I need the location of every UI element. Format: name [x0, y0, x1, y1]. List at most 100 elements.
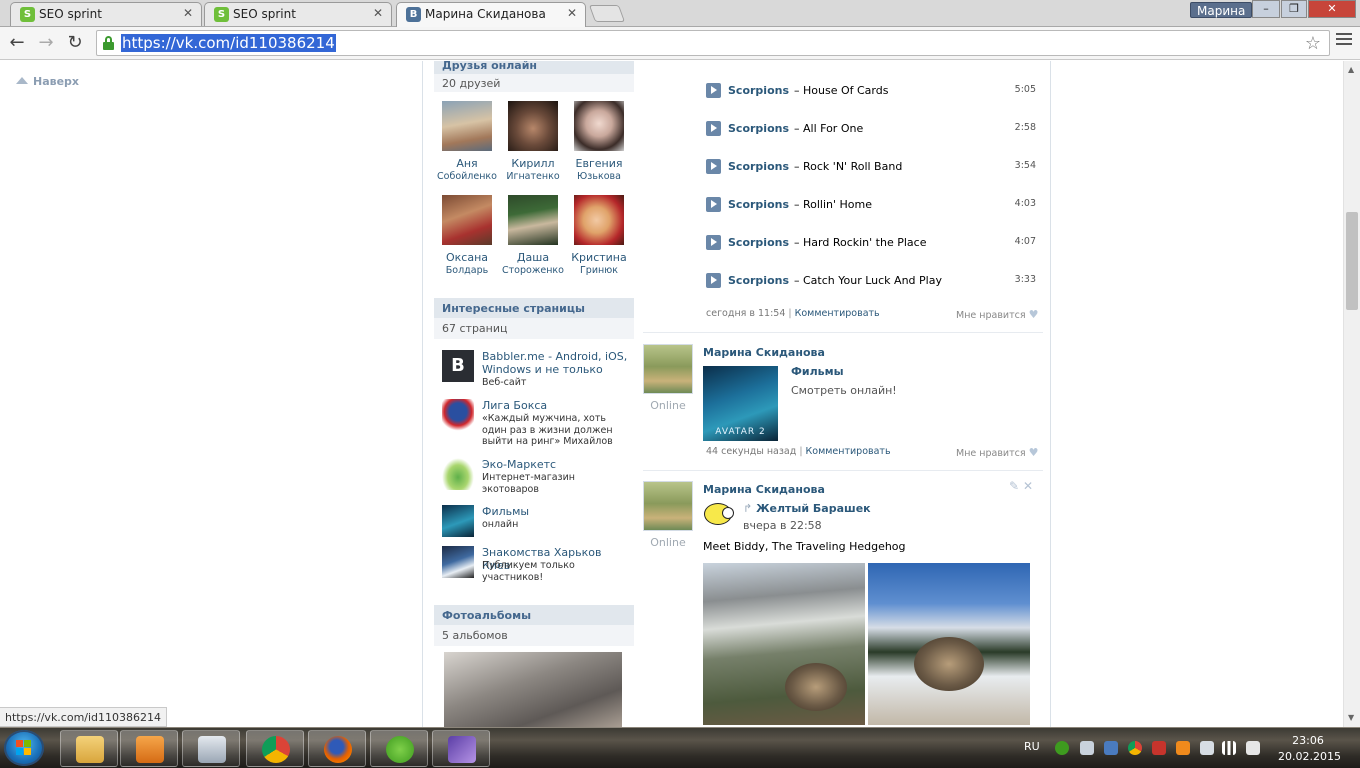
album-cover[interactable] [444, 652, 622, 727]
post-time[interactable]: 44 секунды назад [706, 446, 796, 457]
audio-track[interactable]: Scorpions – Hard Rockin' the Place 4:07 [706, 235, 1036, 251]
friend-first-name[interactable]: Аня [434, 157, 500, 171]
notification-icon[interactable] [1080, 741, 1094, 755]
close-window-button[interactable]: ✕ [1308, 0, 1356, 18]
play-icon[interactable] [706, 159, 721, 174]
utorrent-taskbar-button[interactable] [370, 730, 428, 767]
like-button[interactable]: Мне нравится ♥ [956, 308, 1039, 321]
security-icon[interactable] [1152, 741, 1166, 755]
reload-icon[interactable]: ↻ [64, 32, 86, 54]
friend-item[interactable]: Аня Собойленко [434, 101, 500, 183]
friends-online-heading[interactable]: Друзья онлайн [434, 61, 634, 74]
friend-photo[interactable] [508, 195, 558, 245]
play-icon[interactable] [706, 121, 721, 136]
system-clock[interactable]: 23:06 20.02.2015 [1278, 733, 1341, 765]
close-icon[interactable]: ✕ [373, 6, 383, 20]
menu-icon[interactable] [1336, 33, 1352, 48]
volume-icon[interactable] [1246, 741, 1260, 755]
post-author[interactable]: Марина Скиданова [703, 346, 825, 359]
power-icon[interactable] [1200, 741, 1214, 755]
play-icon[interactable] [706, 235, 721, 250]
friend-first-name[interactable]: Оксана [434, 251, 500, 265]
language-indicator[interactable]: RU [1024, 740, 1040, 753]
wifi-hotspot-icon[interactable] [1176, 741, 1190, 755]
friend-photo[interactable] [574, 101, 624, 151]
scroll-thumb[interactable] [1346, 212, 1358, 310]
friend-photo[interactable] [508, 101, 558, 151]
utorrent-tray-icon[interactable] [1055, 741, 1069, 755]
friend-last-name[interactable]: Стороженко [500, 265, 566, 277]
scroll-down-icon[interactable]: ▼ [1348, 713, 1354, 722]
friend-first-name[interactable]: Кристина [566, 251, 632, 265]
movie-poster[interactable]: AVATAR 2 [703, 366, 778, 441]
network-tool-icon[interactable] [1104, 741, 1118, 755]
new-tab-button[interactable] [588, 5, 626, 22]
friend-last-name[interactable]: Собойленко [434, 171, 500, 183]
comment-link[interactable]: Комментировать [795, 308, 880, 319]
interesting-pages-heading[interactable]: Интересные страницы [434, 298, 634, 318]
audio-track[interactable]: Scorpions – House Of Cards 5:05 [706, 83, 1036, 99]
author-avatar[interactable] [643, 344, 693, 394]
friend-item[interactable]: Кирилл Игнатенко [500, 101, 566, 183]
friend-last-name[interactable]: Болдарь [434, 265, 500, 277]
photo-albums-count[interactable]: 5 альбомов [434, 625, 634, 646]
play-icon[interactable] [706, 197, 721, 212]
page-scrollbar[interactable]: ▲ ▼ [1343, 61, 1360, 727]
friend-photo[interactable] [574, 195, 624, 245]
firefox-taskbar-button[interactable] [308, 730, 366, 767]
play-icon[interactable] [706, 83, 721, 98]
chrome-tray-icon[interactable] [1128, 741, 1142, 755]
tab-seo-sprint-2[interactable]: S SEO sprint ✕ [204, 2, 392, 26]
delete-icon[interactable]: ✕ [1023, 479, 1033, 493]
author-avatar[interactable] [643, 481, 693, 531]
start-button[interactable] [4, 730, 44, 766]
post-time[interactable]: сегодня в 11:54 [706, 308, 785, 319]
friend-last-name[interactable]: Игнатенко [500, 171, 566, 183]
url-text[interactable]: https://vk.com/id110386214 [121, 34, 336, 52]
friend-item[interactable]: Даша Стороженко [500, 195, 566, 277]
audio-track[interactable]: Scorpions – Rock 'N' Roll Band 3:54 [706, 159, 1036, 175]
friend-first-name[interactable]: Даша [500, 251, 566, 265]
photo-albums-heading[interactable]: Фотоальбомы [434, 605, 634, 625]
scroll-up-icon[interactable]: ▲ [1348, 65, 1354, 74]
audio-track[interactable]: Scorpions – All For One 2:58 [706, 121, 1036, 137]
minimize-button[interactable]: – [1252, 0, 1280, 18]
address-bar[interactable]: https://vk.com/id110386214 ☆ [96, 30, 1330, 56]
edit-icon[interactable]: ✎ [1009, 479, 1019, 493]
friend-photo[interactable] [442, 101, 492, 151]
signal-icon[interactable] [1222, 741, 1236, 755]
post-photo[interactable] [703, 563, 865, 725]
friend-item[interactable]: Кристина Гринюк [566, 195, 632, 277]
close-icon[interactable]: ✕ [183, 6, 193, 20]
bookmark-star-icon[interactable]: ☆ [1305, 33, 1321, 54]
profile-button[interactable]: Марина [1190, 2, 1253, 18]
calculator-taskbar-button[interactable] [182, 730, 240, 767]
friend-photo[interactable] [442, 195, 492, 245]
close-icon[interactable]: ✕ [567, 6, 577, 20]
interesting-pages-count[interactable]: 67 страниц [434, 318, 634, 339]
friend-item[interactable]: Евгения Юзькова [566, 101, 632, 183]
audio-track[interactable]: Scorpions – Catch Your Luck And Play 3:3… [706, 273, 1036, 289]
sheep-avatar[interactable] [703, 502, 735, 528]
play-icon[interactable] [706, 273, 721, 288]
back-arrow-icon[interactable]: ← [6, 32, 28, 54]
audio-track[interactable]: Scorpions – Rollin' Home 4:03 [706, 197, 1036, 213]
maximize-button[interactable]: ❐ [1281, 0, 1307, 18]
explorer-taskbar-button[interactable] [60, 730, 118, 767]
friend-last-name[interactable]: Гринюк [566, 265, 632, 277]
chrome-taskbar-button[interactable] [246, 730, 304, 767]
friend-last-name[interactable]: Юзькова [566, 171, 632, 183]
tab-seo-sprint-1[interactable]: S SEO sprint ✕ [10, 2, 202, 26]
group-name[interactable]: Фильмы [791, 365, 844, 378]
friends-online-count[interactable]: 20 друзей [434, 74, 634, 92]
friend-item[interactable]: Оксана Болдарь [434, 195, 500, 277]
back-to-top-link[interactable]: Наверх [16, 75, 79, 88]
vs-taskbar-button[interactable] [432, 730, 490, 767]
repost-source[interactable]: ↱ Желтый Барашек [743, 502, 871, 515]
forward-arrow-icon[interactable]: → [35, 32, 57, 54]
friend-first-name[interactable]: Кирилл [500, 157, 566, 171]
comment-link[interactable]: Комментировать [806, 446, 891, 457]
like-button[interactable]: Мне нравится ♥ [956, 446, 1039, 459]
repost-time[interactable]: вчера в 22:58 [743, 519, 822, 532]
friend-first-name[interactable]: Евгения [566, 157, 632, 171]
